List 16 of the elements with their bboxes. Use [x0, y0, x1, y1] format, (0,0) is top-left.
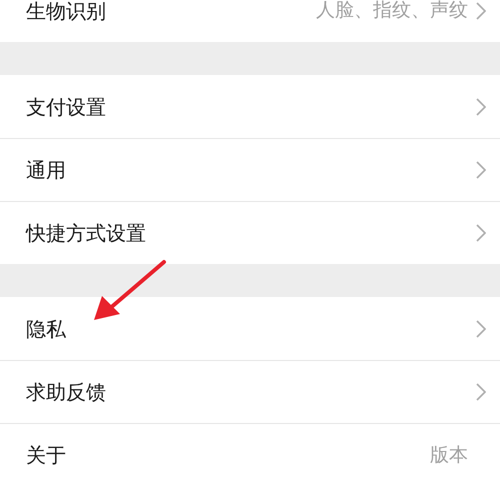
row-value: 版本: [430, 442, 468, 468]
settings-row[interactable]: 生物识别 人脸、指纹、声纹: [0, 0, 500, 42]
row-label: 快捷方式设置: [26, 220, 147, 247]
settings-row[interactable]: 支付设置: [0, 75, 500, 138]
row-label: 生物识别: [26, 0, 107, 24]
settings-row[interactable]: 通用: [0, 138, 500, 201]
settings-row[interactable]: 隐私: [0, 297, 500, 360]
row-label: 支付设置: [26, 94, 107, 120]
row-label: 关于: [26, 442, 67, 469]
settings-row[interactable]: 求助反馈: [0, 360, 500, 423]
row-value: 人脸、指纹、声纹: [316, 0, 468, 24]
row-label: 通用: [26, 157, 67, 184]
row-label: 隐私: [26, 316, 67, 342]
row-label: 求助反馈: [26, 379, 107, 406]
settings-row[interactable]: 关于 版本: [0, 423, 500, 482]
settings-row[interactable]: 快捷方式设置: [0, 201, 500, 264]
